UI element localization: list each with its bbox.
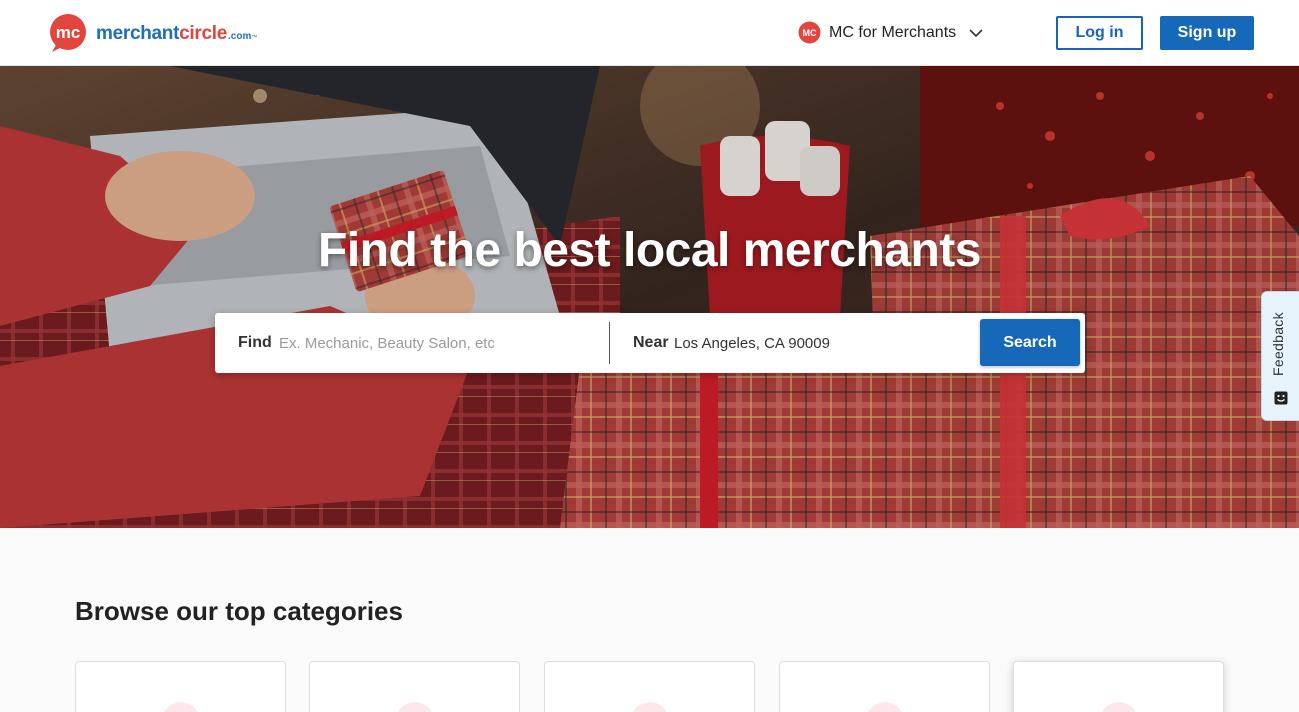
feedback-label: Feedback — [1270, 312, 1286, 376]
login-button[interactable]: Log in — [1056, 16, 1143, 50]
mc-badge-text: MC — [803, 28, 817, 38]
category-icon — [866, 702, 904, 712]
category-card[interactable] — [1013, 661, 1224, 712]
category-card[interactable] — [544, 661, 755, 712]
category-icon — [631, 702, 669, 712]
logo-domain: .com — [228, 31, 252, 42]
smiley-icon — [1274, 391, 1288, 405]
hero-background-image — [0, 66, 1299, 528]
signup-button[interactable]: Sign up — [1160, 16, 1254, 50]
category-card[interactable] — [309, 661, 520, 712]
categories-title: Browse our top categories — [75, 596, 403, 626]
logo-badge-icon: mc — [50, 14, 86, 52]
mc-for-merchants-label: MC for Merchants — [829, 23, 957, 41]
chevron-down-icon — [969, 28, 983, 37]
merchantcircle-logo[interactable]: mc merchantcircle .com ™ — [46, 13, 257, 53]
category-card[interactable] — [779, 661, 990, 712]
categories-section: Browse our top categories — [0, 528, 1299, 712]
search-divider — [609, 322, 610, 364]
hero-banner: Find the best local merchants Find Near … — [0, 66, 1299, 528]
logo-text-main: merchant — [96, 23, 180, 44]
mc-badge-icon: MC — [798, 21, 821, 44]
category-card[interactable] — [75, 661, 286, 712]
logo-badge-text: mc — [56, 23, 81, 42]
find-input[interactable] — [279, 327, 599, 359]
search-bar: Find Near Search — [215, 313, 1085, 373]
category-icon — [1100, 702, 1138, 712]
logo-text-accent: circle — [179, 23, 227, 44]
mc-for-merchants-menu[interactable]: MC MC for Merchants — [798, 21, 984, 44]
search-button[interactable]: Search — [980, 319, 1080, 366]
category-icon — [162, 702, 200, 712]
near-label: Near — [633, 334, 669, 351]
find-label: Find — [238, 334, 272, 351]
category-icon — [396, 702, 434, 712]
logo-wordmark: merchantcircle .com ™ — [96, 23, 257, 45]
near-input[interactable] — [674, 327, 974, 359]
hero-title: Find the best local merchants — [318, 224, 981, 277]
logo-trademark: ™ — [251, 35, 258, 41]
feedback-tab[interactable]: Feedback — [1261, 291, 1299, 421]
site-header: mc merchantcircle .com ™ MC MC for Merch… — [0, 0, 1299, 66]
